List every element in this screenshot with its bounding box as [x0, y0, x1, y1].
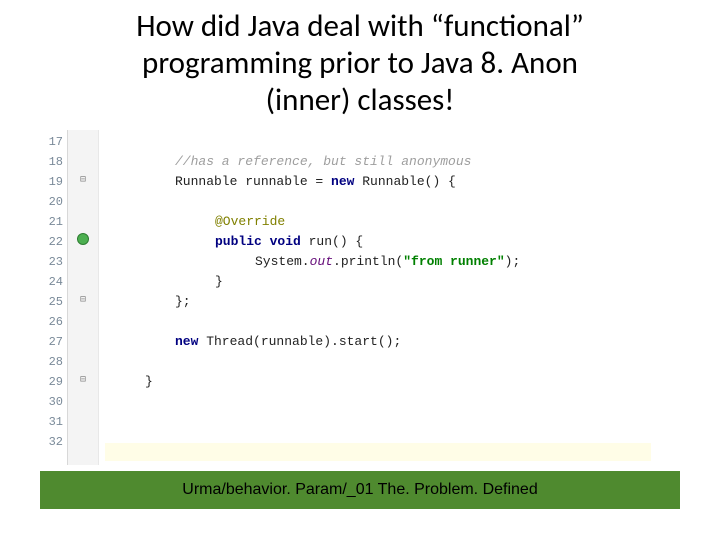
code-line: //has a reference, but still anonymous	[105, 152, 655, 172]
line-number-gutter: 17 18 19 20 21 22 23 24 25 26 27 28 29 3…	[35, 130, 67, 465]
code-line: };	[105, 292, 655, 312]
lineno: 24	[35, 272, 67, 292]
lineno: 17	[35, 132, 67, 152]
code-line	[105, 352, 655, 372]
code-line	[105, 132, 655, 152]
code-panel: 17 18 19 20 21 22 23 24 25 26 27 28 29 3…	[35, 130, 655, 465]
lineno: 26	[35, 312, 67, 332]
code-line: Runnable runnable = new Runnable() {	[105, 172, 655, 192]
lineno: 18	[35, 152, 67, 172]
code-line	[105, 412, 655, 432]
fold-collapse-icon[interactable]: ⊟	[72, 174, 94, 188]
code-line: public void run() {	[105, 232, 655, 252]
code-line	[105, 192, 655, 212]
code-line	[105, 392, 655, 412]
slide-title: How did Java deal with “functional” prog…	[0, 0, 720, 130]
lineno: 25	[35, 292, 67, 312]
code-line: }	[105, 272, 655, 292]
title-line-1: How did Java deal with “functional”	[136, 7, 584, 45]
code-body: //has a reference, but still anonymous R…	[105, 130, 655, 465]
footer-path: Urma/behavior. Param/_01 The. Problem. D…	[40, 471, 680, 509]
lineno: 22	[35, 232, 67, 252]
lineno: 20	[35, 192, 67, 212]
lineno: 29	[35, 372, 67, 392]
code-line: @Override	[105, 212, 655, 232]
lineno: 28	[35, 352, 67, 372]
code-line: System.out.println("from runner");	[105, 252, 655, 272]
lineno: 19	[35, 172, 67, 192]
lineno: 23	[35, 252, 67, 272]
code-line	[105, 312, 655, 332]
code-line: new Thread(runnable).start();	[105, 332, 655, 352]
lineno: 32	[35, 432, 67, 452]
footer-text: Urma/behavior. Param/_01 The. Problem. D…	[182, 481, 537, 498]
lineno: 30	[35, 392, 67, 412]
fold-expand-icon[interactable]: ⊟	[72, 294, 94, 308]
lineno: 21	[35, 212, 67, 232]
override-gutter-icon[interactable]	[72, 233, 94, 247]
lineno: 31	[35, 412, 67, 432]
title-line-2: programming prior to Java 8. Anon	[142, 44, 578, 82]
lineno: 27	[35, 332, 67, 352]
marker-column: ⊟ ⊟ ⊟	[67, 130, 99, 465]
code-line: }	[105, 372, 655, 392]
title-line-3: (inner) classes!	[266, 81, 455, 119]
fold-expand-icon[interactable]: ⊟	[72, 374, 94, 388]
